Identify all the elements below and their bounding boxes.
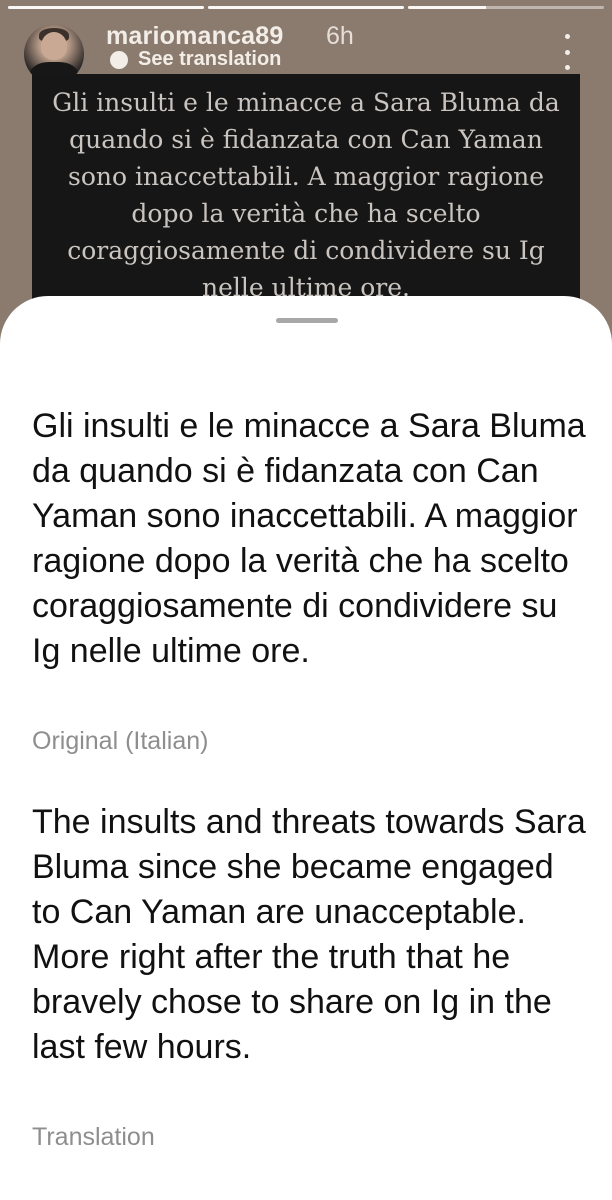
see-translation-label: See translation — [138, 48, 282, 70]
original-language-label: Original (Italian) — [32, 727, 209, 755]
translate-icon — [110, 50, 128, 69]
story-progress — [8, 6, 604, 10]
story-text: Gli insulti e le minacce a Sara Bluma da… — [52, 88, 560, 302]
story-progress-bar — [408, 6, 604, 9]
timestamp: 6h — [326, 22, 354, 50]
story-progress-fill — [208, 6, 404, 9]
translation-label: Translation — [32, 1123, 155, 1151]
story-progress-fill — [8, 6, 204, 9]
see-translation-button[interactable]: See translation — [110, 48, 281, 71]
more-options-icon[interactable] — [556, 34, 578, 70]
story-progress-bar — [208, 6, 404, 9]
original-text: Gli insulti e le minacce a Sara Bluma da… — [32, 407, 586, 670]
translated-text: The insults and threats towards Sara Blu… — [32, 803, 586, 1066]
story-progress-fill — [408, 6, 487, 9]
drag-handle[interactable] — [276, 318, 338, 323]
translation-sheet: Gli insulti e le minacce a Sara Bluma da… — [0, 296, 612, 1200]
story-progress-bar — [8, 6, 204, 9]
username[interactable]: mariomanca89 — [106, 22, 284, 51]
